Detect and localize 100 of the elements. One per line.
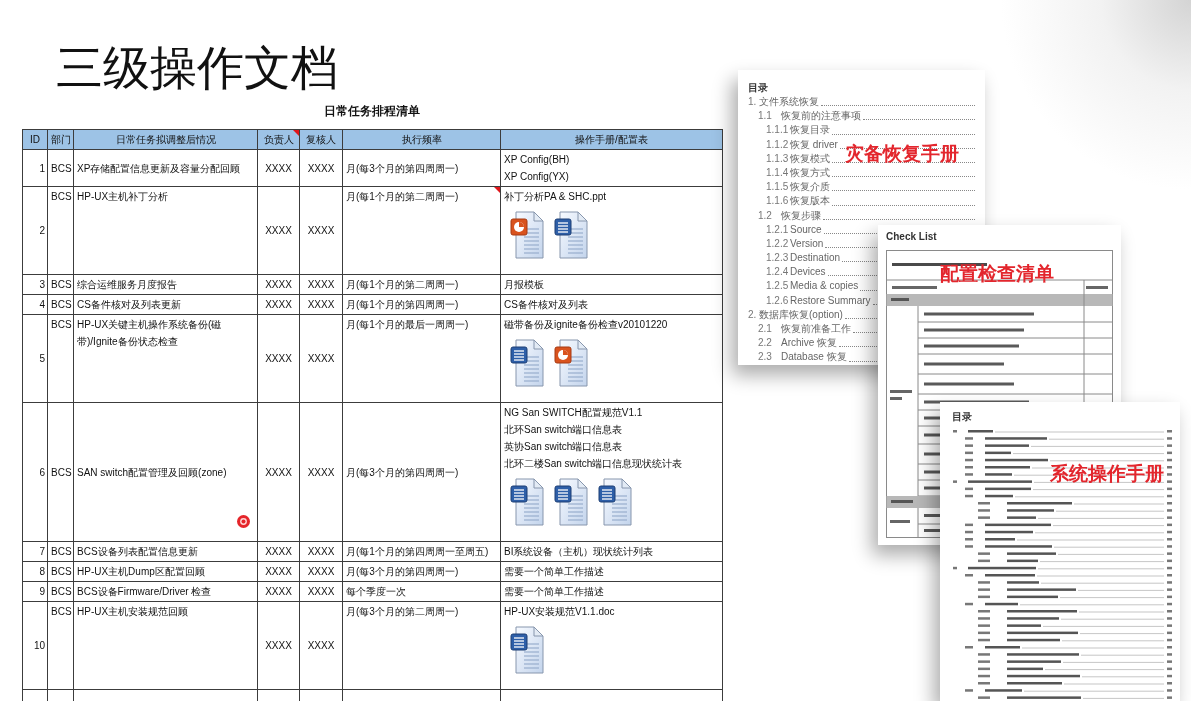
department-text: BCS xyxy=(51,162,72,174)
toc-entry-title: 恢复方式 xyxy=(790,165,830,180)
row-id: 2 xyxy=(39,225,45,236)
slide-title: 三级操作文档 xyxy=(56,40,338,96)
toc-number: 2.3 xyxy=(758,350,773,365)
frequency-text: 月(每1个月的第二周周一) xyxy=(346,191,459,202)
task-description: XP存储配置信息更新及容量分配回顾 xyxy=(77,162,241,174)
toc-number: 1.2.3 xyxy=(766,251,790,266)
manual-filename: NG San SWITCH配置规范V1.1 xyxy=(504,406,643,420)
toc-number: 1.1 xyxy=(758,109,773,124)
toc-entry-title: 恢复介质 xyxy=(790,180,830,195)
toc-entry-title: Source xyxy=(790,222,822,237)
toc-entry-title: Devices xyxy=(790,265,826,280)
reviewer-name: XXXX xyxy=(307,353,335,364)
row-id: 6 xyxy=(39,466,45,478)
cursor-highlight-icon xyxy=(237,515,250,528)
owner-name: XXXX xyxy=(265,225,292,236)
toc-number: 2.2 xyxy=(758,336,773,351)
toc-number: 1.1.4 xyxy=(766,165,790,180)
text-document-icon xyxy=(510,626,544,674)
owner-name: XXXX xyxy=(265,586,292,597)
department-text: BCS xyxy=(51,191,72,202)
toc-entry-title: 文件系统恢复 xyxy=(759,95,819,109)
owner-name: XXXX xyxy=(265,466,292,478)
frequency-text: 月(每3个月的第四周周一) xyxy=(346,466,459,478)
reviewer-name: XXXX xyxy=(307,279,335,290)
toc-entry-title: Version xyxy=(790,236,824,251)
task-description: BCS设备Firmware/Driver 检查 xyxy=(77,586,212,597)
reviewer-name: XXXX xyxy=(307,466,335,478)
owner-name: XXXX xyxy=(265,162,292,174)
column-header: 部门 xyxy=(50,134,71,145)
owner-name: XXXX xyxy=(265,279,292,290)
reviewer-name: XXXX xyxy=(307,225,335,236)
department-text: BCS xyxy=(51,546,72,557)
owner-name: XXXX xyxy=(265,640,292,651)
column-header: 负责人 xyxy=(263,134,294,145)
manual-filename: 北环二楼San switch端口信息现状统计表 xyxy=(504,457,683,471)
row-id: 8 xyxy=(39,566,45,577)
toc-entry-title: 恢复前准备工作 xyxy=(781,322,851,336)
toc-number: 1.2 xyxy=(758,208,773,223)
task-description: 综合运维服务月度报告 xyxy=(77,279,177,290)
toc-number: 1.1.3 xyxy=(766,151,790,166)
reviewer-name: XXXX xyxy=(307,162,335,174)
toc-number: 1.1.1 xyxy=(766,123,790,138)
text-document-icon xyxy=(598,478,632,526)
reviewer-name: XXXX xyxy=(307,640,335,651)
toc-number: 1.2.5 xyxy=(766,279,790,294)
toc-number: 1.2.6 xyxy=(766,293,790,308)
manual-filename: BI系统设备（主机）现状统计列表 xyxy=(504,545,654,559)
toc-number: 1.1.2 xyxy=(766,137,790,152)
toc-heading: 目录 xyxy=(952,410,972,424)
text-document-icon xyxy=(510,339,544,387)
toc-number: 2.1 xyxy=(758,322,773,336)
task-description: HP-UX关键主机操作系统备份(磁带)/Ignite备份状态检查 xyxy=(77,319,222,347)
column-header: 操作手册/配置表 xyxy=(575,134,648,145)
manual-filename: 需要一个简单工作描述 xyxy=(504,585,604,599)
row-id: 3 xyxy=(39,279,45,290)
column-header: 执行频率 xyxy=(401,134,442,145)
toc-entry-title: Media & copies xyxy=(790,279,859,294)
task-description: SAN switch配置管理及回顾(zone) xyxy=(77,466,227,478)
frequency-text: 月(每1个月的第二周周一) xyxy=(346,279,459,290)
manual-filename: 月报模板 xyxy=(504,278,544,292)
department-text: BCS xyxy=(51,566,72,577)
toc-number: 1.2.2 xyxy=(766,236,790,251)
toc-entry-title: 数据库恢复(option) xyxy=(759,307,843,322)
manual-filename: CS备件核对及列表 xyxy=(504,298,588,312)
toc-number: 2. xyxy=(748,307,758,322)
task-description: CS备件核对及列表更新 xyxy=(77,299,181,310)
toc-number: 1.1.6 xyxy=(766,194,790,209)
manual-filename: 北环San switch端口信息表 xyxy=(504,423,623,437)
toc-entry-title: 恢复模式 xyxy=(790,151,830,166)
toc-heading: 目录 xyxy=(748,81,768,95)
checklist-heading: Check List xyxy=(886,230,937,244)
department-text: BCS xyxy=(51,466,72,478)
owner-name: XXXX xyxy=(265,299,292,310)
row-id: 7 xyxy=(39,546,45,557)
toc-entry-title: 恢复目录 xyxy=(790,123,830,138)
frequency-text: 月(每3个月的第二周周一) xyxy=(346,606,459,617)
row-id: 5 xyxy=(39,353,45,364)
manual-filename: HP-UX安装规范V1.1.doc xyxy=(504,605,615,619)
row-id: 1 xyxy=(39,162,45,174)
text-document-icon xyxy=(510,478,544,526)
task-description: HP-UX主机安装规范回顾 xyxy=(77,606,189,617)
manual-filename: 磁带备份及ignite备份检查v20101220 xyxy=(504,318,668,332)
toc-entry-title: Restore Summary xyxy=(790,293,871,308)
toc-entry-title: Destination xyxy=(790,251,841,266)
toc-number: 1.2.1 xyxy=(766,222,790,237)
row-id: 4 xyxy=(39,299,45,310)
toc-entry-title: Database 恢复 xyxy=(781,350,847,365)
toc-number: 1.1.5 xyxy=(766,180,790,195)
task-description: BCS设备列表配置信息更新 xyxy=(77,546,198,557)
department-text: BCS xyxy=(51,586,72,597)
frequency-text: 每个季度一次 xyxy=(346,586,406,597)
toc-entry-title: 恢复版本 xyxy=(790,194,830,209)
reviewer-name: XXXX xyxy=(307,299,335,310)
table-caption: 日常任务排程清单 xyxy=(324,105,420,117)
text-document-icon xyxy=(554,478,588,526)
frequency-text: 月(每1个月的第四周周一至周五) xyxy=(346,546,489,557)
frequency-text: 月(每1个月的最后一周周一) xyxy=(346,319,469,330)
presentation-document-icon xyxy=(554,339,588,387)
